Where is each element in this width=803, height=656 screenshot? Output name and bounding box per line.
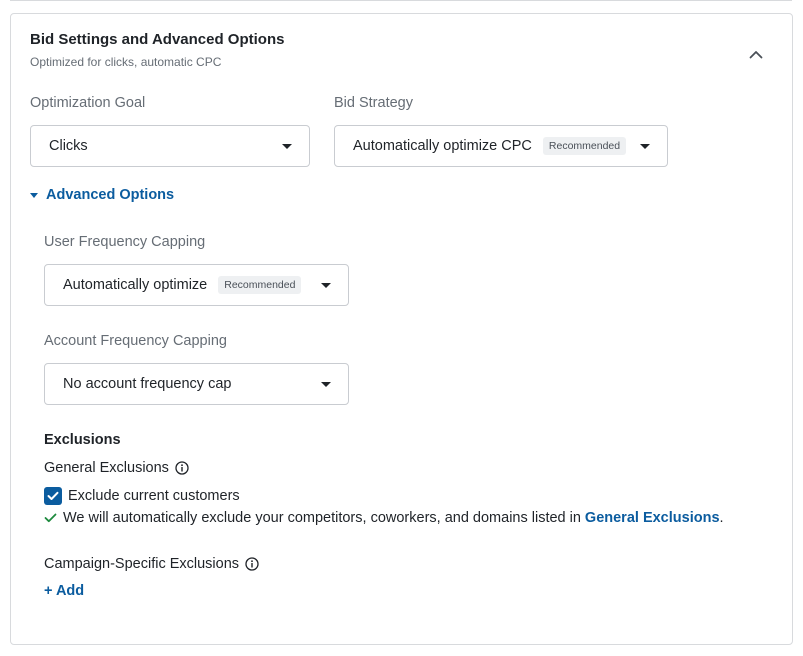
account-frequency-select[interactable]: No account frequency cap <box>44 363 349 405</box>
advanced-options-toggle[interactable]: Advanced Options <box>30 187 174 203</box>
recommended-badge: Recommended <box>218 276 302 294</box>
panel-subtitle: Optimized for clicks, automatic CPC <box>30 55 222 69</box>
bid-strategy-value: Automatically optimize CPC <box>353 138 532 154</box>
user-frequency-value: Automatically optimize <box>63 277 208 293</box>
collapse-button[interactable] <box>744 42 768 66</box>
bid-strategy-select[interactable]: Automatically optimize CPC Recommended <box>334 125 668 167</box>
check-icon <box>44 513 57 523</box>
info-icon[interactable] <box>245 557 259 571</box>
advanced-options-label: Advanced Options <box>46 187 175 203</box>
caret-down-icon <box>321 282 331 288</box>
info-icon[interactable] <box>175 461 189 475</box>
account-frequency-label: Account Frequency Capping <box>44 333 227 349</box>
exclude-customers-label: Exclude current customers <box>68 488 240 504</box>
user-frequency-label: User Frequency Capping <box>44 234 206 250</box>
top-divider <box>10 0 792 1</box>
recommended-badge: Recommended <box>542 137 627 155</box>
account-frequency-value: No account frequency cap <box>63 376 232 392</box>
exclude-customers-checkbox[interactable] <box>44 487 62 505</box>
check-icon <box>47 491 59 500</box>
optimization-goal-value: Clicks <box>49 138 88 154</box>
general-exclusions-label: General Exclusions <box>44 460 169 476</box>
auto-exclusion-note-end: . <box>719 510 724 526</box>
user-frequency-select[interactable]: Automatically optimize Recommended <box>44 264 349 306</box>
caret-down-icon <box>321 381 331 387</box>
general-exclusions-link[interactable]: General Exclusions <box>585 510 720 526</box>
general-exclusions-heading: General Exclusions <box>44 460 189 476</box>
campaign-exclusions-label: Campaign-Specific Exclusions <box>44 556 240 572</box>
optimization-goal-select[interactable]: Clicks <box>30 125 310 167</box>
auto-exclusion-note-text: We will automatically exclude your compe… <box>63 510 581 526</box>
add-exclusion-button[interactable]: + Add <box>44 583 84 599</box>
caret-down-icon <box>30 192 38 198</box>
optimization-goal-label: Optimization Goal <box>30 95 146 111</box>
bid-settings-panel: Bid Settings and Advanced Options Optimi… <box>10 13 793 645</box>
caret-down-icon <box>282 143 292 149</box>
exclusions-heading: Exclusions <box>44 432 121 448</box>
chevron-up-icon <box>749 50 763 58</box>
caret-down-icon <box>640 143 651 149</box>
exclude-customers-checkbox-row[interactable]: Exclude current customers <box>44 487 240 505</box>
auto-exclusion-note: We will automatically exclude your compe… <box>44 510 724 526</box>
bid-strategy-label: Bid Strategy <box>334 95 413 111</box>
campaign-exclusions-heading: Campaign-Specific Exclusions <box>44 556 259 572</box>
panel-title: Bid Settings and Advanced Options <box>30 31 285 48</box>
